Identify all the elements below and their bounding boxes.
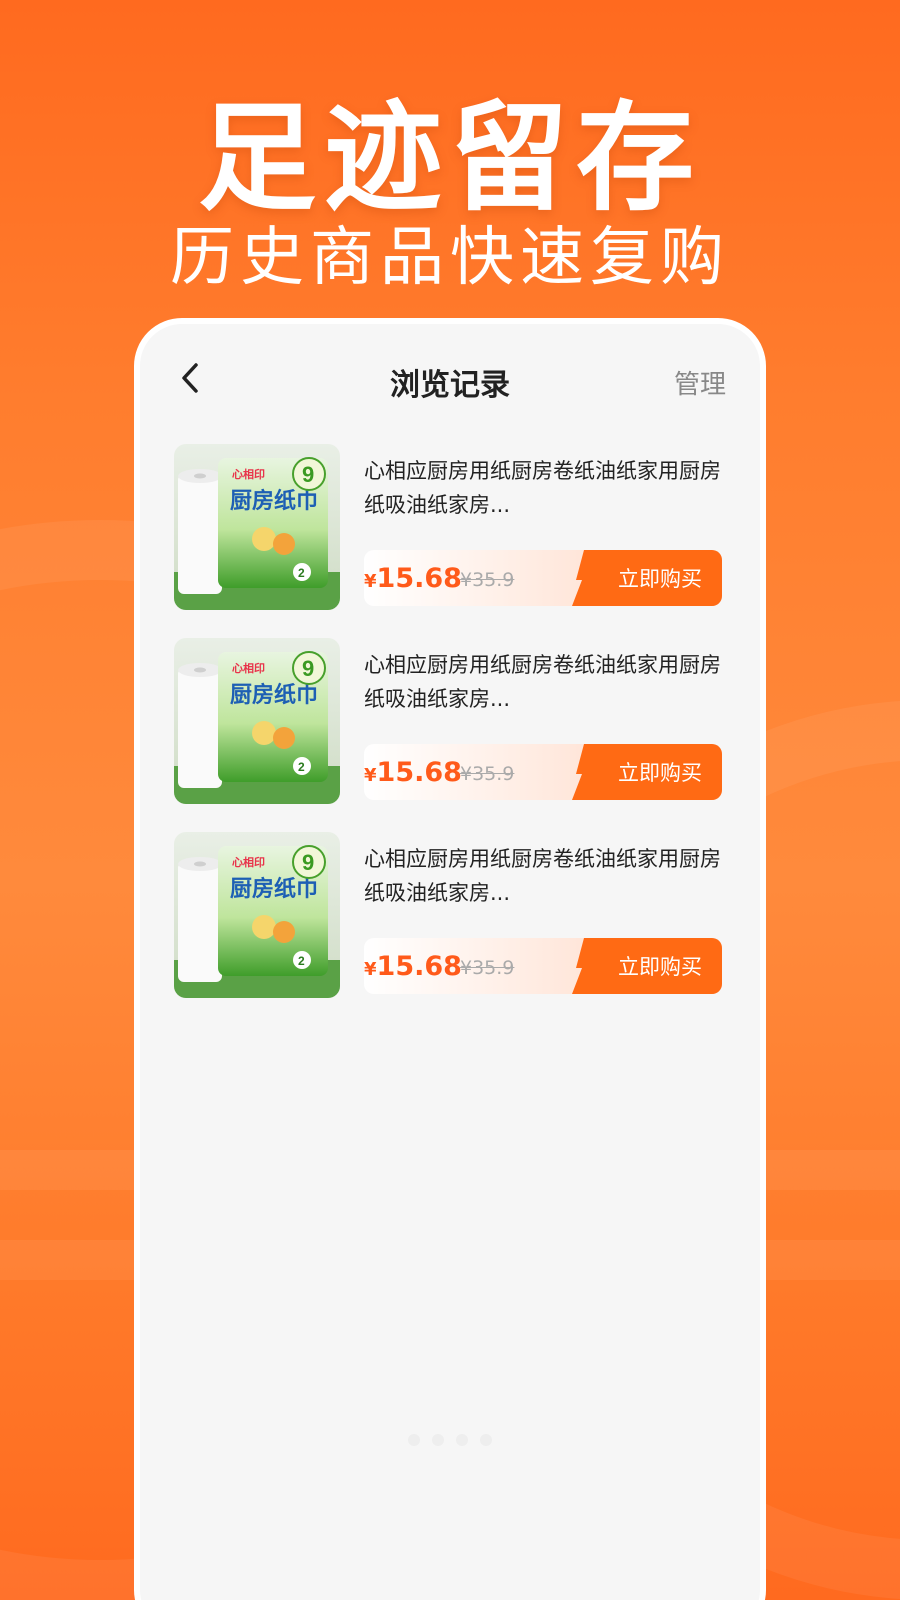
original-price: ¥35.9 <box>460 569 515 591</box>
svg-text:9: 9 <box>302 850 314 875</box>
buy-now-button[interactable]: 立即购买 <box>584 744 722 800</box>
svg-text:心相印: 心相印 <box>232 661 265 675</box>
hero-subtitle: 历史商品快速复购 <box>170 221 730 295</box>
product-thumbnail[interactable]: 心相印 厨房纸巾 9 2 <box>174 638 340 804</box>
product-thumbnail[interactable]: 心相印 厨房纸巾 9 2 <box>174 832 340 998</box>
current-price: ¥15.68 <box>364 757 462 788</box>
buy-now-button[interactable]: 立即购买 <box>584 938 722 994</box>
svg-text:2: 2 <box>298 760 305 774</box>
product-thumbnail[interactable]: 心相印 厨房纸巾 9 2 <box>174 444 340 610</box>
original-price: ¥35.9 <box>460 763 515 785</box>
nav-bar: 浏览记录 管理 <box>140 324 760 438</box>
svg-text:2: 2 <box>298 954 305 968</box>
product-name[interactable]: 心相应厨房用纸厨房卷纸油纸家用厨房纸吸油纸家房... <box>364 454 722 522</box>
product-image: 心相印 厨房纸巾 9 2 <box>174 832 340 998</box>
list-item[interactable]: 心相印 厨房纸巾 9 2 心相应厨房用纸厨房卷纸油纸家用厨房纸吸油纸家房... … <box>174 832 726 998</box>
buy-now-button[interactable]: 立即购买 <box>584 550 722 606</box>
product-image: 心相印 厨房纸巾 9 2 <box>174 444 340 610</box>
current-price: ¥15.68 <box>364 951 462 982</box>
price-bar: ¥15.68 ¥35.9 立即购买 <box>364 744 722 800</box>
page-title: 浏览记录 <box>390 368 510 403</box>
svg-text:厨房纸巾: 厨房纸巾 <box>230 488 318 514</box>
svg-text:厨房纸巾: 厨房纸巾 <box>230 682 318 708</box>
list-item[interactable]: 心相印 厨房纸巾 9 2 心相应厨房用纸厨房卷纸油纸家用厨房纸吸油纸家房... … <box>174 638 726 804</box>
product-name[interactable]: 心相应厨房用纸厨房卷纸油纸家用厨房纸吸油纸家房... <box>364 648 722 716</box>
svg-text:2: 2 <box>298 566 305 580</box>
list-item[interactable]: 心相印 厨房纸巾 9 2 心相应厨房用纸厨房卷纸油纸家用厨房纸吸油纸家房... … <box>174 444 726 610</box>
phone-mockup: 浏览记录 管理 心相印 厨房纸巾 9 2 心相应厨房用纸厨房卷纸油纸家用厨房纸吸… <box>134 318 766 1600</box>
product-image: 心相印 厨房纸巾 9 2 <box>174 638 340 804</box>
price-bar: ¥15.68 ¥35.9 立即购买 <box>364 938 722 994</box>
current-price: ¥15.68 <box>364 563 462 594</box>
svg-text:心相印: 心相印 <box>232 855 265 869</box>
manage-button[interactable]: 管理 <box>674 364 726 401</box>
svg-text:厨房纸巾: 厨房纸巾 <box>230 876 318 902</box>
original-price: ¥35.9 <box>460 957 515 979</box>
svg-text:9: 9 <box>302 656 314 681</box>
product-name[interactable]: 心相应厨房用纸厨房卷纸油纸家用厨房纸吸油纸家房... <box>364 842 722 910</box>
history-list: 心相印 厨房纸巾 9 2 心相应厨房用纸厨房卷纸油纸家用厨房纸吸油纸家房... … <box>174 444 726 1026</box>
price-bar: ¥15.68 ¥35.9 立即购买 <box>364 550 722 606</box>
svg-text:心相印: 心相印 <box>232 467 265 481</box>
page-indicator <box>390 1434 510 1446</box>
svg-text:9: 9 <box>302 462 314 487</box>
